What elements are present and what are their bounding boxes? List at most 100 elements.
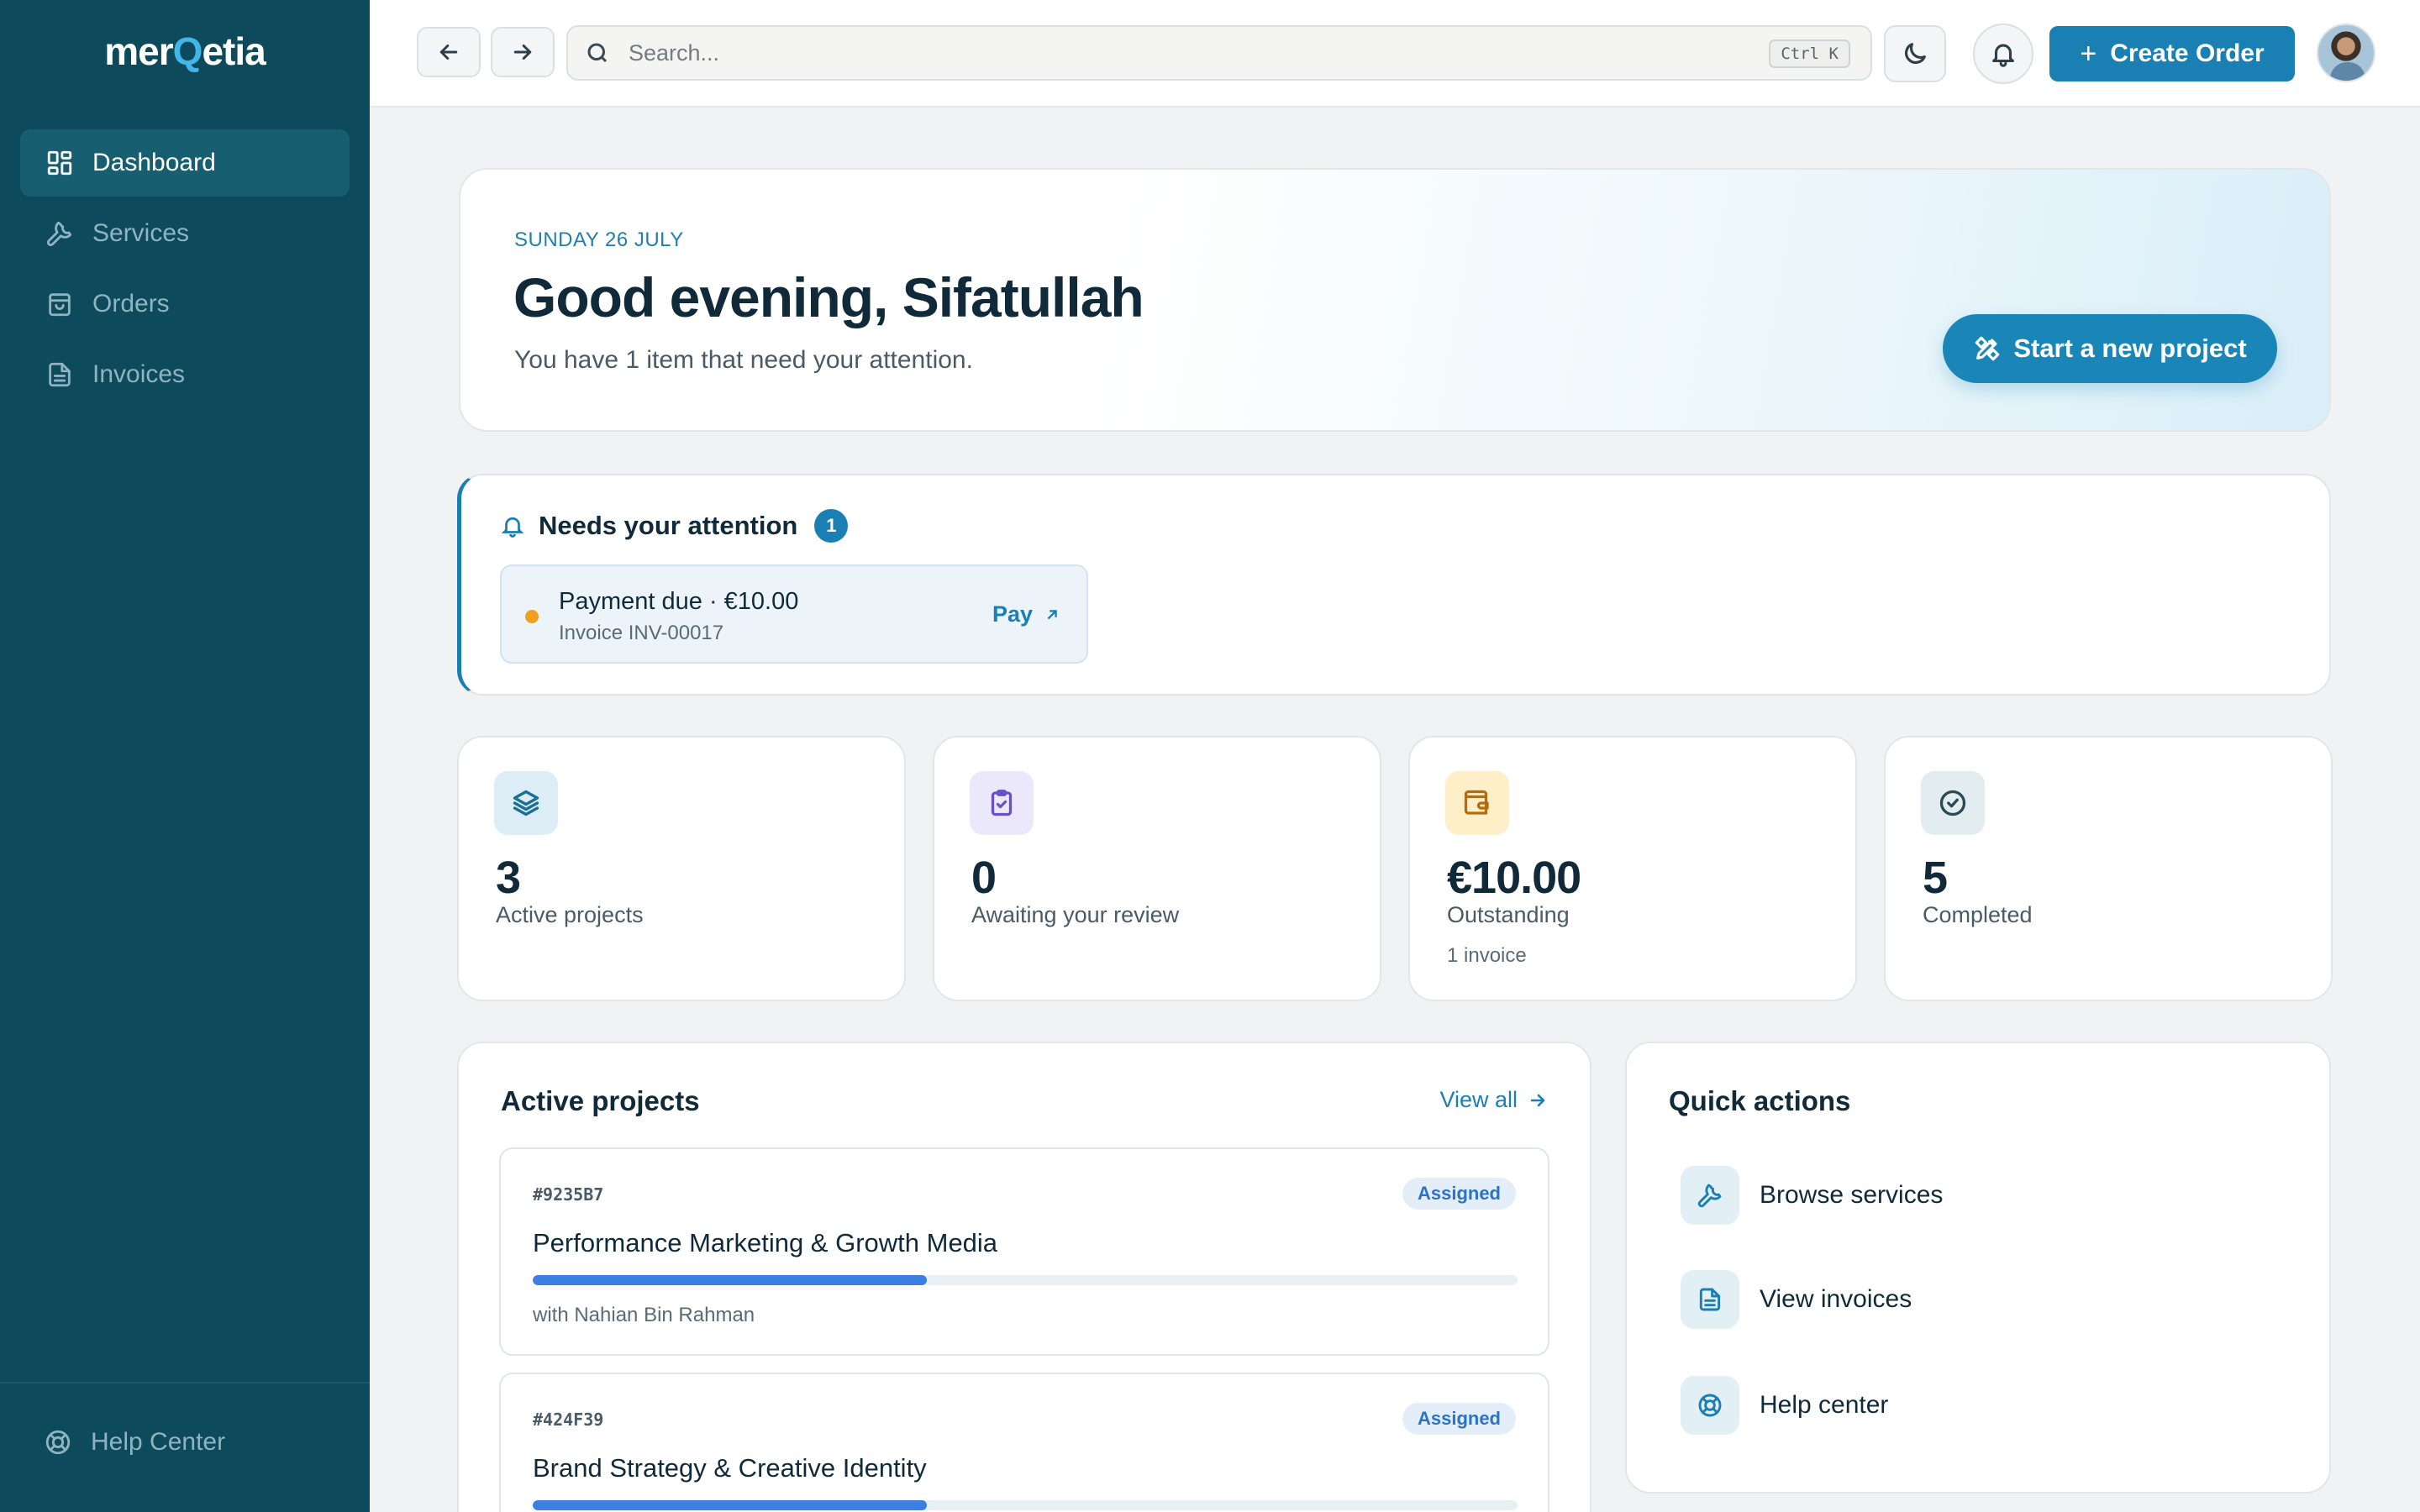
moon-icon (1905, 43, 1926, 64)
attention-count-badge: 1 (814, 509, 849, 543)
back-button[interactable] (417, 27, 481, 77)
document-icon (1699, 1288, 1721, 1311)
sidebar-item-label: Dashboard (92, 149, 216, 176)
plus-icon: + (2080, 37, 2097, 70)
stat-card-active-projects: 3 Active projects (457, 736, 906, 1001)
search-bar: Ctrl K (566, 25, 1872, 81)
project-id: #424F39 (533, 1410, 604, 1430)
stat-icon-2 (1445, 771, 1509, 835)
clipboard-check-icon (991, 790, 1013, 816)
start-new-project-button[interactable]: Start a new project (1943, 314, 2277, 383)
help-center-label: Help Center (91, 1428, 226, 1456)
sidebar-item-invoices[interactable]: Invoices (20, 341, 350, 408)
arrow-up-right-icon (1047, 609, 1057, 619)
create-order-button[interactable]: + Create Order (2049, 26, 2295, 81)
project-id: #9235B7 (533, 1184, 604, 1205)
status-badge: Assigned (1402, 1178, 1516, 1210)
payment-due-item[interactable]: Payment due · €10.00 Invoice INV-00017 P… (500, 564, 1088, 664)
project-progress-bar (533, 1275, 1518, 1285)
theme-toggle-button[interactable] (1884, 25, 1946, 82)
progress-fill (533, 1500, 927, 1510)
search-shortcut: Ctrl K (1769, 39, 1850, 68)
sidebar-nav: Dashboard Services Orders Invoices (20, 129, 350, 412)
project-assignee: with Nahian Bin Rahman (533, 1304, 755, 1326)
start-new-project-label: Start a new project (2013, 333, 2247, 363)
wrench-icon (1697, 1184, 1722, 1208)
view-invoices-action[interactable]: View invoices (1681, 1270, 1912, 1329)
stat-card-outstanding: €10.00 Outstanding 1 invoice (1408, 736, 1857, 1001)
greeting-title: Good evening, Sifatullah (513, 266, 1144, 328)
active-projects-title: Active projects (501, 1085, 700, 1116)
quick-actions-panel: Quick actions Browse services View invoi… (1625, 1042, 2331, 1494)
payment-due-invoice: Invoice INV-00017 (559, 622, 724, 644)
stat-label: Completed (1923, 902, 2033, 927)
qa-label: Help center (1760, 1391, 1889, 1419)
stat-value: 3 (496, 853, 521, 903)
search-input[interactable] (629, 39, 1721, 66)
forward-button[interactable] (491, 27, 555, 77)
lifebuoy-icon (45, 1430, 71, 1455)
stat-icon-1 (970, 771, 1034, 835)
view-all-link[interactable]: View all (1439, 1087, 1548, 1113)
pay-label: Pay (992, 601, 1033, 627)
pay-link[interactable]: Pay (992, 601, 1061, 627)
payment-due-title: Payment due · €10.00 (559, 588, 799, 615)
app-logo[interactable]: merQetia (0, 29, 370, 74)
project-name: Brand Strategy & Creative Identity (533, 1453, 927, 1483)
stat-note: 1 invoice (1447, 944, 1527, 967)
sidebar-item-label: Orders (92, 290, 170, 318)
attention-title: Needs your attention (539, 511, 798, 540)
stat-icon-0 (494, 771, 558, 835)
qa-label: View invoices (1760, 1285, 1912, 1313)
help-center-action[interactable]: Help center (1681, 1376, 1888, 1435)
layers-icon (513, 790, 539, 816)
project-progress-bar (533, 1500, 1518, 1510)
shopping-bag-icon (49, 293, 71, 317)
stat-card-completed: 5 Completed (1884, 736, 2333, 1001)
attention-header: Needs your attention 1 (500, 509, 849, 543)
stat-icon-3 (1921, 771, 1985, 835)
project-card[interactable]: #9235B7 Assigned Performance Marketing &… (499, 1147, 1549, 1356)
sidebar: merQetia Dashboard Services Orders Invoi… (0, 0, 370, 1512)
stat-value: 0 (971, 853, 997, 903)
qa-icon (1681, 1376, 1739, 1435)
sidebar-divider (0, 1382, 370, 1383)
arrow-right-icon (513, 45, 532, 60)
bell-icon (1992, 44, 2014, 67)
wallet-icon (1464, 790, 1489, 815)
status-dot (525, 610, 539, 623)
stat-label: Awaiting your review (971, 902, 1180, 927)
bell-icon (501, 517, 524, 538)
current-date: SUNDAY 26 JULY (514, 228, 684, 251)
stat-value: 5 (1923, 853, 1948, 903)
dashboard-grid-icon (47, 150, 72, 176)
user-avatar[interactable] (2317, 24, 2375, 82)
sidebar-item-dashboard[interactable]: Dashboard (20, 129, 350, 197)
create-order-label: Create Order (2110, 39, 2265, 67)
browse-services-action[interactable]: Browse services (1681, 1166, 1943, 1225)
qa-icon (1681, 1166, 1739, 1225)
stat-label: Outstanding (1447, 902, 1570, 927)
top-bar: Ctrl K + Create Order (370, 0, 2420, 108)
sidebar-item-services[interactable]: Services (20, 200, 350, 267)
check-circle-icon (1939, 790, 1966, 816)
sidebar-item-label: Services (92, 219, 190, 247)
pencil-ruler-icon (1975, 336, 2000, 361)
arrow-right-icon (1530, 1094, 1545, 1106)
wrench-icon (46, 221, 72, 247)
notifications-button[interactable] (1973, 24, 2033, 84)
welcome-hero: SUNDAY 26 JULY Good evening, Sifatullah … (459, 168, 2331, 432)
stat-card-awaiting-review: 0 Awaiting your review (933, 736, 1381, 1001)
qa-icon (1681, 1270, 1739, 1329)
stat-label: Active projects (496, 902, 644, 927)
progress-fill (533, 1275, 927, 1285)
sidebar-help-center[interactable]: Help Center (44, 1428, 225, 1457)
project-card[interactable]: #424F39 Assigned Brand Strategy & Creati… (499, 1373, 1549, 1512)
project-name: Performance Marketing & Growth Media (533, 1228, 998, 1257)
lifebuoy-icon (1698, 1394, 1722, 1417)
stat-value: €10.00 (1447, 853, 1581, 903)
greeting-subtitle: You have 1 item that need your attention… (514, 346, 973, 374)
search-icon (587, 43, 608, 63)
sidebar-item-orders[interactable]: Orders (20, 270, 350, 338)
qa-label: Browse services (1760, 1181, 1944, 1209)
